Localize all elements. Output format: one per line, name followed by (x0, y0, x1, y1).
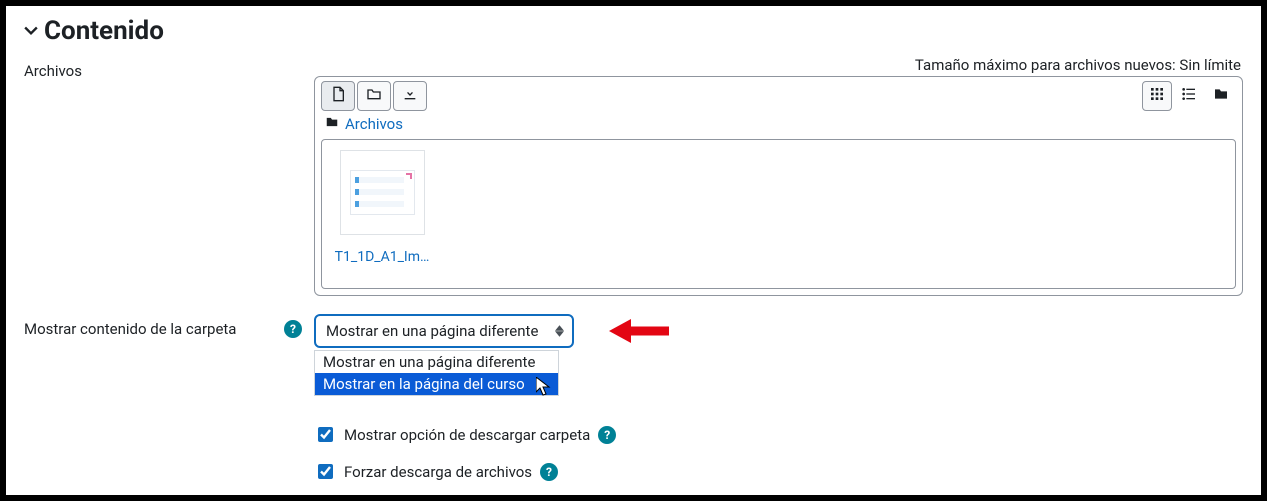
view-tree-button[interactable] (1206, 81, 1236, 111)
force-download-row[interactable]: Forzar descarga de archivos ? (314, 461, 1243, 482)
folder-solid-icon (1213, 86, 1229, 106)
help-icon[interactable]: ? (540, 463, 558, 481)
help-icon[interactable]: ? (284, 320, 302, 338)
file-thumbnail (340, 150, 425, 235)
breadcrumb-root[interactable]: Archivos (345, 115, 403, 133)
files-label: Archivos (24, 56, 314, 80)
file-manager: Archivos T1_1D_A1_Im… (314, 76, 1243, 296)
display-label-col: Mostrar contenido de la carpeta ? (24, 314, 314, 338)
cursor-icon (536, 377, 552, 397)
create-folder-button[interactable] (357, 81, 391, 111)
force-download-label: Forzar descarga de archivos (344, 463, 532, 481)
sort-icon (555, 325, 564, 337)
download-label: Mostrar opción de descargar carpeta (344, 426, 590, 444)
file-icon (330, 86, 346, 106)
display-label: Mostrar contenido de la carpeta (24, 320, 236, 338)
download-all-button[interactable] (393, 81, 427, 111)
view-icons-button[interactable] (1142, 81, 1172, 111)
list-icon (1181, 86, 1197, 106)
download-icon (402, 86, 418, 106)
select-value: Mostrar en una página diferente (326, 322, 538, 340)
display-option-0[interactable]: Mostrar en una página diferente (315, 351, 558, 373)
force-download-checkbox[interactable] (318, 464, 333, 479)
section-header[interactable]: Contenido (24, 16, 1243, 46)
file-item[interactable]: T1_1D_A1_Im… (332, 150, 432, 265)
maxsize-text: Tamaño máximo para archivos nuevos: Sin … (314, 56, 1243, 74)
section-title: Contenido (44, 16, 164, 46)
arrow-annotation-icon (609, 316, 669, 350)
download-checkbox[interactable] (318, 427, 333, 442)
download-option-row[interactable]: Mostrar opción de descargar carpeta ? (314, 424, 1243, 445)
help-icon[interactable]: ? (598, 426, 616, 444)
chevron-down-icon (24, 22, 38, 40)
add-file-button[interactable] (321, 81, 355, 111)
folder-solid-icon (325, 115, 339, 133)
file-name: T1_1D_A1_Im… (332, 249, 432, 265)
folder-icon (366, 86, 382, 106)
view-details-button[interactable] (1174, 81, 1204, 111)
display-option-1[interactable]: Mostrar en la página del curso (315, 373, 558, 395)
display-select[interactable]: Mostrar en una página diferente (314, 314, 574, 348)
grid-icon (1149, 86, 1165, 106)
display-dropdown: Mostrar en una página diferente Mostrar … (314, 350, 559, 396)
